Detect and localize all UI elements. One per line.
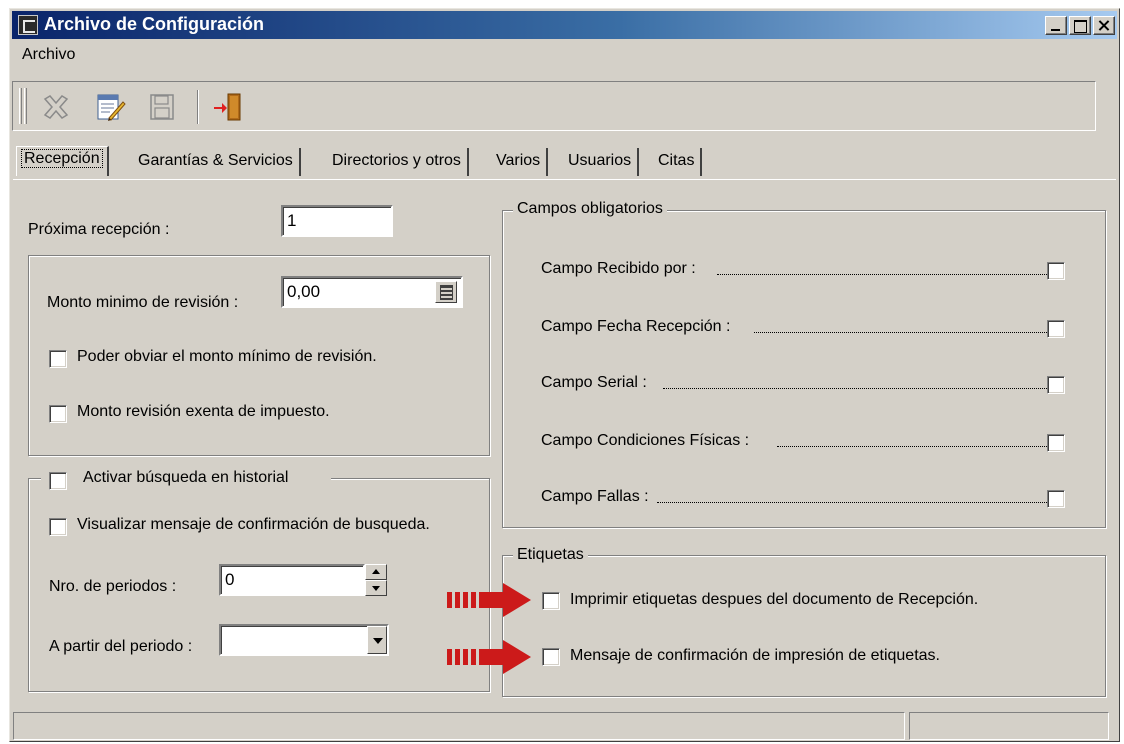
chevron-down-icon[interactable]: [367, 626, 387, 654]
minimize-button[interactable]: [1045, 16, 1067, 35]
campo-fallas-leader: [657, 502, 1047, 503]
nro-periodos-spinner[interactable]: [365, 564, 387, 596]
edit-button[interactable]: [93, 90, 127, 124]
imprimir-etiquetas-checkbox[interactable]: [542, 592, 560, 610]
close-button[interactable]: [1093, 16, 1115, 35]
recepcion-panel: Próxima recepción : 1 Monto minimo de re…: [13, 179, 1116, 704]
campo-recibido-label: Campo Recibido por :: [541, 260, 696, 277]
campo-fallas-checkbox[interactable]: [1047, 490, 1065, 508]
nro-periodos-input[interactable]: 0: [219, 564, 365, 596]
campo-fallas-label: Campo Fallas :: [541, 488, 649, 505]
monto-minimo-input[interactable]: 0,00: [281, 276, 463, 308]
app-icon[interactable]: [18, 15, 38, 35]
red-arrow-icon: [447, 583, 531, 617]
visualizar-mensaje-label: Visualizar mensaje de confirmación de bu…: [77, 516, 430, 533]
campos-group-title: Campos obligatorios: [513, 200, 667, 218]
activar-historial-label: Activar búsqueda en historial: [83, 469, 289, 486]
tab-garantias[interactable]: Garantías & Servicios: [132, 148, 301, 176]
monto-exento-label: Monto revisión exenta de impuesto.: [77, 403, 330, 420]
tab-citas[interactable]: Citas: [652, 148, 703, 176]
cross-icon: [43, 95, 69, 119]
proxima-recepcion-label: Próxima recepción :: [28, 221, 170, 238]
campo-fecha-leader: [754, 332, 1047, 333]
toolbar-grip-2[interactable]: [24, 88, 27, 124]
proxima-recepcion-input[interactable]: 1: [281, 205, 393, 237]
calculator-icon[interactable]: [435, 281, 457, 303]
nro-periodos-label: Nro. de periodos :: [49, 578, 177, 595]
status-panel-main: [13, 712, 905, 740]
campo-serial-label: Campo Serial :: [541, 374, 647, 391]
obviar-monto-label: Poder obviar el monto mínimo de revisión…: [77, 348, 377, 365]
mensaje-etiquetas-label: Mensaje de confirmación de impresión de …: [570, 647, 940, 664]
campo-fecha-label: Campo Fecha Recepción :: [541, 318, 731, 335]
exit-door-icon: [214, 93, 241, 121]
red-arrow-icon: [447, 640, 531, 674]
spin-up-icon[interactable]: [365, 564, 387, 580]
campo-recibido-checkbox[interactable]: [1047, 262, 1065, 280]
obviar-monto-checkbox[interactable]: [49, 350, 67, 368]
window-title: Archivo de Configuración: [44, 14, 265, 34]
etiquetas-group-title: Etiquetas: [513, 546, 588, 564]
tab-recepcion[interactable]: Recepción: [16, 146, 109, 176]
monto-minimo-label: Monto minimo de revisión :: [47, 294, 239, 311]
config-window: Archivo de Configuración Archivo Recepci…: [9, 8, 1120, 742]
exit-button[interactable]: [211, 90, 245, 124]
tab-directorios[interactable]: Directorios y otros: [326, 148, 469, 176]
visualizar-mensaje-checkbox[interactable]: [49, 518, 67, 536]
toolbar-grip[interactable]: [19, 88, 22, 124]
title-bar[interactable]: Archivo de Configuración: [12, 11, 1117, 39]
mensaje-etiquetas-checkbox[interactable]: [542, 648, 560, 666]
save-button[interactable]: [145, 90, 179, 124]
maximize-button[interactable]: [1069, 16, 1091, 35]
campos-group: [502, 210, 1106, 528]
monto-exento-checkbox[interactable]: [49, 405, 67, 423]
tab-strip: Recepción Garantías & Servicios Director…: [16, 146, 1106, 180]
imprimir-etiquetas-label: Imprimir etiquetas despues del documento…: [570, 591, 979, 608]
toolbar-separator: [197, 90, 199, 124]
campo-condiciones-checkbox[interactable]: [1047, 434, 1065, 452]
save-disk-icon: [150, 94, 174, 120]
toolbar: [12, 81, 1096, 131]
edit-document-icon: [97, 94, 126, 121]
status-panel-secondary: [909, 712, 1109, 740]
tab-usuarios[interactable]: Usuarios: [562, 148, 640, 176]
a-partir-label: A partir del periodo :: [49, 638, 193, 655]
menu-archivo[interactable]: Archivo: [22, 46, 75, 64]
campo-recibido-leader: [717, 274, 1047, 275]
monto-minimo-value: 0,00: [287, 282, 321, 301]
menu-bar: Archivo: [12, 41, 1117, 67]
spin-down-icon[interactable]: [365, 580, 387, 596]
a-partir-select[interactable]: [219, 624, 389, 656]
campo-condiciones-label: Campo Condiciones Físicas :: [541, 432, 750, 449]
tab-varios[interactable]: Varios: [490, 148, 549, 176]
activar-historial-checkbox[interactable]: [49, 472, 67, 490]
etiquetas-group: [502, 555, 1106, 697]
campo-serial-checkbox[interactable]: [1047, 376, 1065, 394]
campo-fecha-checkbox[interactable]: [1047, 320, 1065, 338]
status-bar: [13, 712, 1116, 740]
campo-serial-leader: [663, 388, 1047, 389]
campo-condiciones-leader: [777, 446, 1047, 447]
delete-button[interactable]: [39, 90, 73, 124]
